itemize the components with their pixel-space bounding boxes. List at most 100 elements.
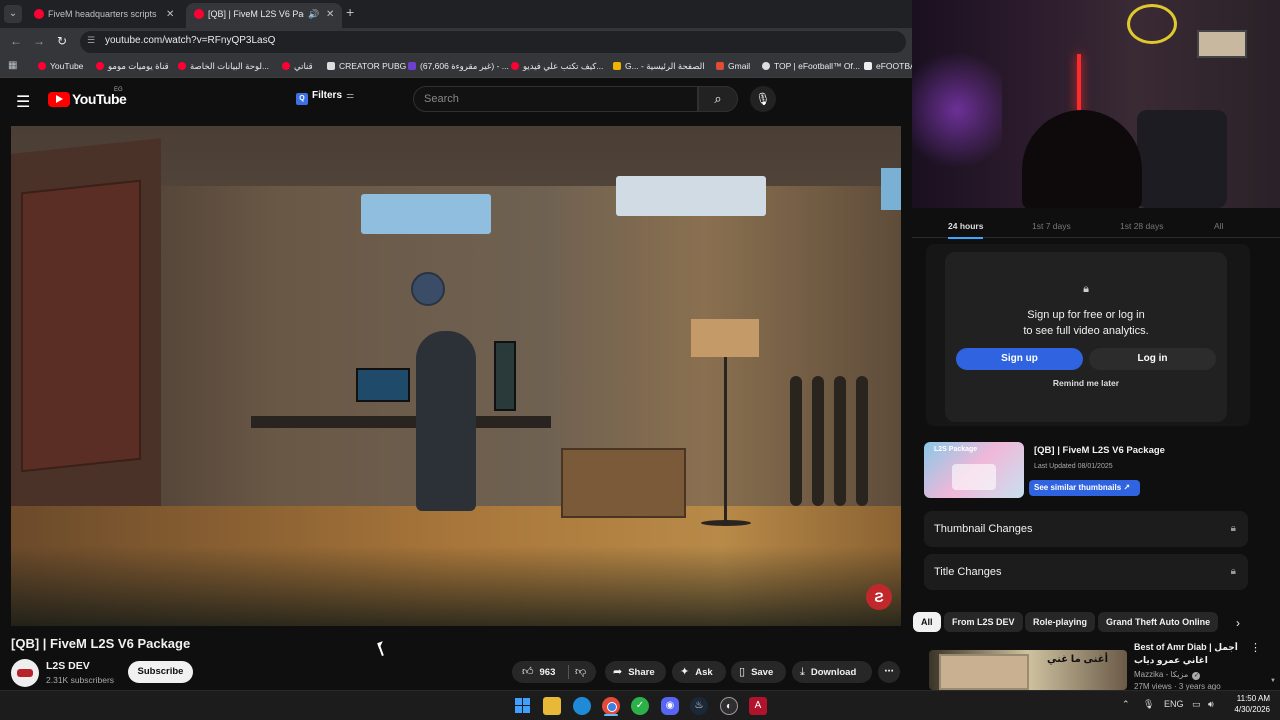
thumbnail-changes-row[interactable]: Thumbnail Changes 🔒︎ [924, 511, 1248, 547]
filters-button[interactable]: Q Filters ⚌ [296, 90, 354, 110]
speaker-icon[interactable]: 🔊 [308, 4, 319, 25]
title-changes-row[interactable]: Title Changes 🔒︎ [924, 554, 1248, 590]
tab-all[interactable]: All [1214, 221, 1223, 231]
bookmark-item[interactable]: قناة يوميات مومو [96, 61, 169, 72]
recommended-video-thumbnail[interactable]: أغنى ما غني [929, 650, 1127, 690]
windows-start-icon[interactable] [514, 697, 532, 715]
recommended-channel[interactable]: Mazzika - مزيكا ✓ [1134, 670, 1201, 680]
signup-prompt-line2: to see full video analytics. [1023, 325, 1149, 337]
more-actions-button[interactable]: ⋯ [878, 661, 900, 683]
external-link-icon: ↗ [1123, 483, 1131, 492]
bookmark-item[interactable]: CREATOR PUBG [327, 61, 406, 71]
bookmark-item[interactable]: قناتي [282, 61, 313, 72]
browser-tab-2-active[interactable]: [QB] | FiveM L2S V6 Packag 🔊 ✕ [186, 3, 342, 28]
new-tab-icon[interactable]: + [346, 4, 354, 20]
channel-name[interactable]: L2S DEV [46, 660, 90, 672]
address-bar[interactable]: ☰ youtube.com/watch?v=RFnyQP3LasQ [80, 31, 906, 53]
search-icon: ⌕ [714, 91, 722, 106]
bookmark-item[interactable]: لوحة البيانات الخاصة... [178, 61, 269, 72]
steam-icon[interactable]: ♨ [690, 697, 708, 715]
forward-icon[interactable]: → [33, 34, 45, 48]
like-count[interactable]: 963 [540, 667, 556, 678]
thumbs-up-icon[interactable]: 👍︎ [522, 666, 534, 678]
apps-grid-icon[interactable]: ▦ [8, 60, 17, 71]
active-app-indicator [604, 714, 618, 716]
url-text[interactable]: youtube.com/watch?v=RFnyQP3LasQ [105, 35, 275, 46]
search-button[interactable]: ⌕ [698, 86, 738, 112]
scene-ac-unit [881, 168, 901, 210]
scene-monitor [356, 368, 410, 402]
bookmark-item[interactable]: كيف تكتب علي فيديو... [511, 61, 603, 72]
file-explorer-icon[interactable] [543, 697, 561, 715]
adobe-icon[interactable]: A [749, 697, 767, 715]
efootball-icon [762, 62, 770, 70]
bookmark-item[interactable]: eFOOTBA [864, 61, 916, 71]
bookmark-item[interactable]: G... - الصفحة الرئيسية [613, 61, 705, 72]
chrome-icon[interactable] [602, 697, 620, 715]
discord-icon[interactable]: ◉ [661, 697, 679, 715]
close-tab-icon[interactable]: ✕ [166, 4, 174, 25]
channel-watermark-icon[interactable]: Ƨ [866, 584, 892, 610]
sign-up-button[interactable]: Sign up [956, 348, 1083, 370]
bookmark-item[interactable]: TOP | eFootball™ Of... [762, 61, 860, 71]
bookmark-item[interactable]: (67,606 غير مقروءة) - ... [408, 61, 509, 72]
green-app-icon[interactable]: ✓ [631, 697, 649, 715]
network-icon[interactable]: ▭ [1192, 699, 1201, 710]
chevron-right-icon[interactable]: › [1236, 616, 1240, 630]
chip-from-channel[interactable]: From L2S DEV [944, 612, 1023, 632]
share-label: Share [628, 667, 655, 678]
tab-7-days[interactable]: 1st 7 days [1032, 221, 1071, 231]
menu-icon[interactable]: ☰ [16, 92, 30, 112]
site-info-icon[interactable]: ☰ [87, 35, 99, 47]
taskbar-date[interactable]: 4/30/2026 [1224, 705, 1270, 714]
log-in-button[interactable]: Log in [1089, 348, 1216, 370]
voice-search-button[interactable]: 🎙 [750, 86, 776, 112]
chip-role-playing[interactable]: Role-playing [1025, 612, 1096, 632]
volume-icon[interactable]: 🔊︎ [1208, 699, 1214, 710]
download-button[interactable]: ⤓ Download [792, 661, 872, 683]
browser-tab-1[interactable]: FiveM headquarters scripts AR... ✕ [26, 3, 182, 28]
reload-icon[interactable]: ↻ [57, 34, 67, 48]
taskbar-time[interactable]: 11:50 AM [1224, 694, 1270, 703]
subscribe-button[interactable]: Subscribe [128, 661, 193, 683]
ask-button[interactable]: ✦ Ask [672, 661, 726, 683]
language-indicator[interactable]: ENG [1164, 699, 1184, 709]
scene-painting [21, 179, 141, 473]
scene-clock [411, 272, 445, 306]
tab-28-days[interactable]: 1st 28 days [1120, 221, 1163, 231]
video-player[interactable]: Ƨ [11, 126, 901, 626]
more-vert-icon[interactable]: ⋮ [1250, 641, 1261, 654]
close-tab-icon[interactable]: ✕ [326, 4, 334, 25]
save-button[interactable]: ▯ Save [731, 661, 786, 683]
video-thumbnail[interactable]: L2S Package [924, 442, 1024, 498]
chip-all[interactable]: All [913, 612, 941, 632]
scroll-down-icon[interactable]: ▼ [1270, 678, 1276, 684]
recommended-video-title[interactable]: Best of Amr Diab | أجمل [1134, 642, 1244, 653]
microphone-tray-icon[interactable]: 🎙︎ [1143, 699, 1154, 710]
similar-thumbnails-button[interactable]: See similar thumbnails ↗ [1029, 480, 1140, 496]
verified-icon: ✓ [1192, 672, 1201, 680]
like-dislike-group: 👍︎ 963 👎︎ [512, 661, 596, 683]
channel-avatar[interactable] [11, 659, 39, 687]
tab-search-icon[interactable]: ⌄ [4, 5, 22, 23]
chip-gta-online[interactable]: Grand Theft Auto Online [1098, 612, 1219, 632]
share-button[interactable]: ➦ Share [605, 661, 666, 683]
scene-guitar [812, 376, 824, 506]
back-icon[interactable]: ← [10, 34, 22, 48]
bookmark-item[interactable]: YouTube [38, 61, 83, 71]
thumbs-down-icon[interactable]: 👎︎ [575, 661, 586, 683]
remind-later-link[interactable]: Remind me later [945, 378, 1227, 388]
cam-wall-logo [1127, 4, 1177, 44]
country-code: EG [114, 87, 123, 93]
obs-icon[interactable]: ◐ [720, 697, 738, 715]
tab-24-hours[interactable]: 24 hours [948, 221, 984, 239]
ask-label: Ask [695, 667, 713, 678]
bookmark-item[interactable]: Gmail [716, 61, 750, 71]
download-label: Download [810, 667, 857, 678]
search-input[interactable]: Search [413, 86, 698, 112]
tray-chevron-up-icon[interactable]: ⌃ [1122, 699, 1130, 710]
recommended-video-title-line2[interactable]: اغاني عمرو دياب [1134, 655, 1208, 666]
tab-title: FiveM headquarters scripts AR... [48, 9, 158, 19]
edge-icon[interactable] [573, 697, 591, 715]
signup-modal [945, 252, 1227, 422]
